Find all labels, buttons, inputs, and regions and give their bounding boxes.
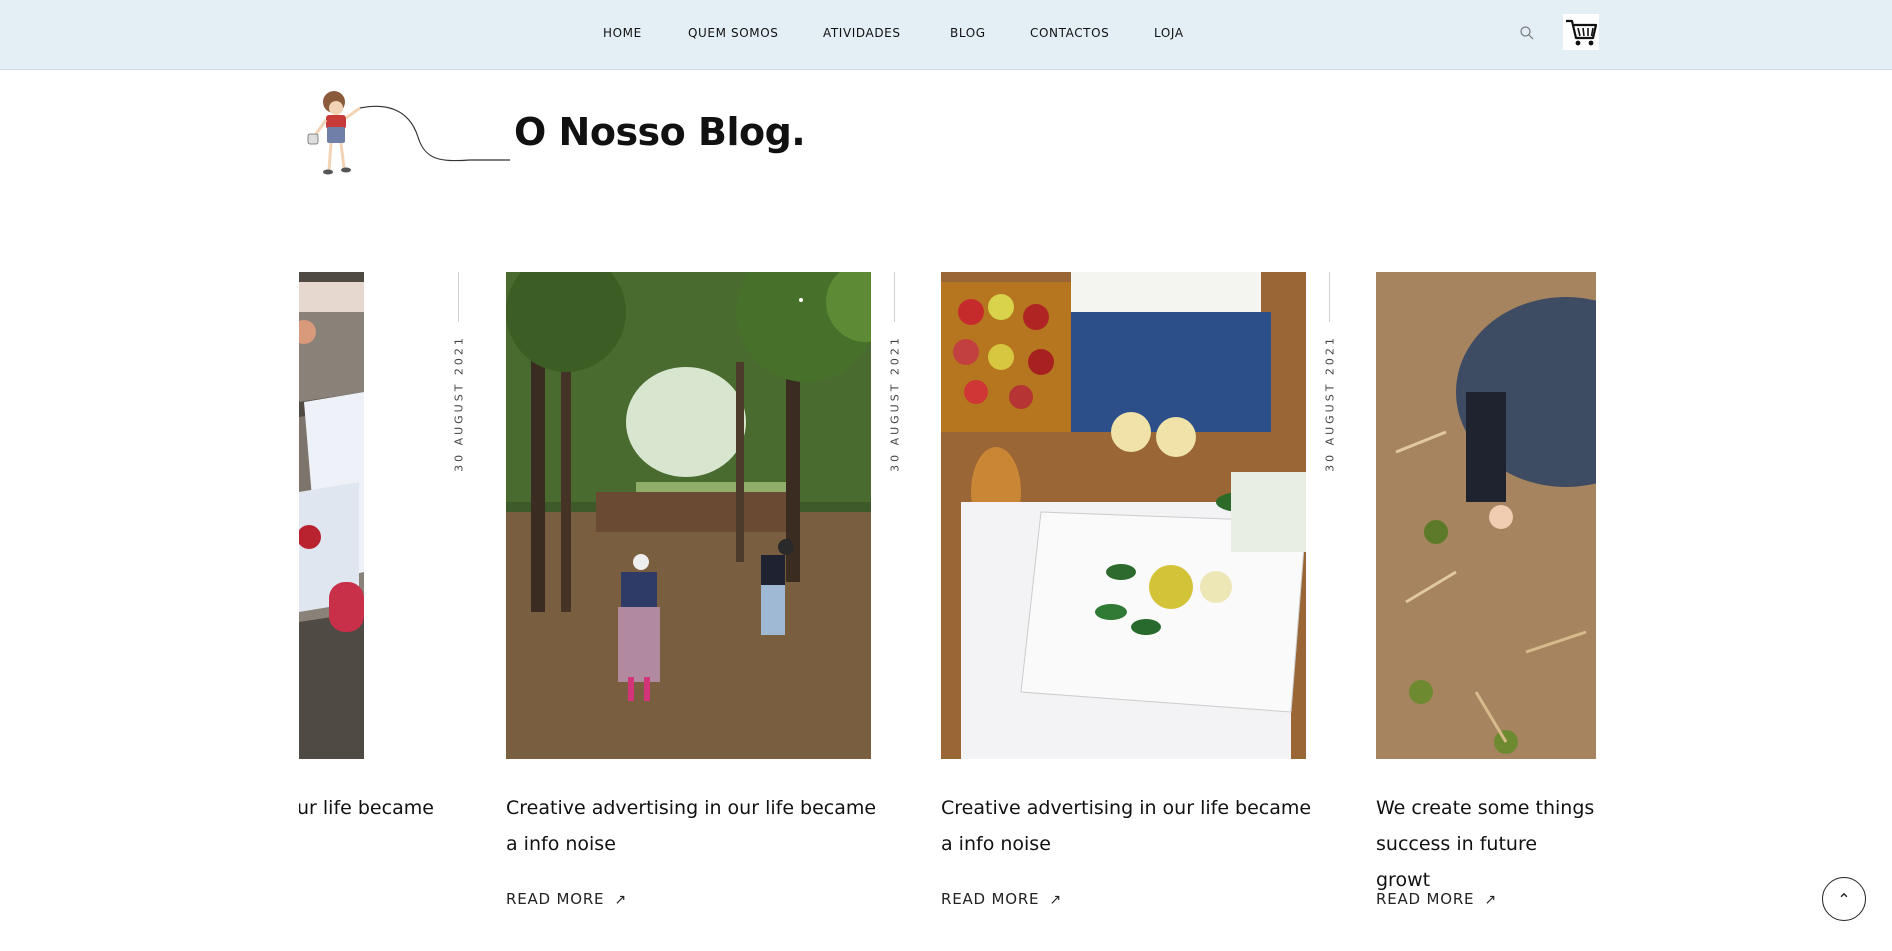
arrow-up-right-icon: ↗ xyxy=(1484,892,1497,908)
post-date: 30 AUGUST 2021 xyxy=(885,272,905,472)
site-header: HOME QUEM SOMOS ATIVIDADES BLOG CONTACTO… xyxy=(0,0,1892,70)
nav-item-blog[interactable]: BLOG xyxy=(950,26,986,40)
blog-card-title[interactable]: Creative advertising in our life became … xyxy=(506,790,886,862)
back-to-top-button[interactable]: ⌃ xyxy=(1822,877,1866,921)
post-date: 30 AUGUST 2021 xyxy=(449,272,469,472)
blog-card-partial-left[interactable]: ur life became xyxy=(299,272,434,932)
nav-item-atividades[interactable]: ATIVIDADES xyxy=(823,26,901,40)
blog-card-image[interactable] xyxy=(941,272,1306,759)
blog-card-title[interactable]: Creative advertising in our life became … xyxy=(941,790,1321,862)
blog-card[interactable]: Creative advertising in our life became … xyxy=(941,272,1311,932)
main-nav: HOME QUEM SOMOS ATIVIDADES BLOG CONTACTO… xyxy=(0,0,1892,70)
nav-item-home[interactable]: HOME xyxy=(603,26,642,40)
arrow-up-right-icon: ↗ xyxy=(1049,892,1062,908)
read-more-link[interactable]: READ MORE ↗ xyxy=(1376,890,1497,908)
nav-item-contactos[interactable]: CONTACTOS xyxy=(1030,26,1109,40)
blog-card-image[interactable] xyxy=(1376,272,1596,759)
blog-card[interactable]: We create some things success in future … xyxy=(1376,272,1596,932)
blog-card[interactable]: Creative advertising in our life became … xyxy=(506,272,876,932)
cart-icon[interactable] xyxy=(1563,14,1599,50)
chevron-up-icon: ⌃ xyxy=(1837,889,1851,909)
post-date: 30 AUGUST 2021 xyxy=(1320,272,1340,472)
nav-item-quem-somos[interactable]: QUEM SOMOS xyxy=(688,26,778,40)
search-icon[interactable] xyxy=(1518,24,1536,42)
arrow-up-right-icon: ↗ xyxy=(614,892,627,908)
blog-card-title[interactable]: We create some things success in future … xyxy=(1376,790,1596,898)
nav-item-loja[interactable]: LOJA xyxy=(1154,26,1184,40)
blog-card-image[interactable] xyxy=(506,272,871,759)
read-more-link[interactable]: READ MORE ↗ xyxy=(506,890,627,908)
mascot-illustration xyxy=(307,91,510,175)
blog-carousel[interactable]: ur life became 30 AUGUST 2021 Creative a… xyxy=(299,272,1596,932)
read-more-link[interactable]: READ MORE ↗ xyxy=(941,890,1062,908)
blog-card-image[interactable] xyxy=(299,272,364,759)
page-title: O Nosso Blog. xyxy=(514,110,806,154)
